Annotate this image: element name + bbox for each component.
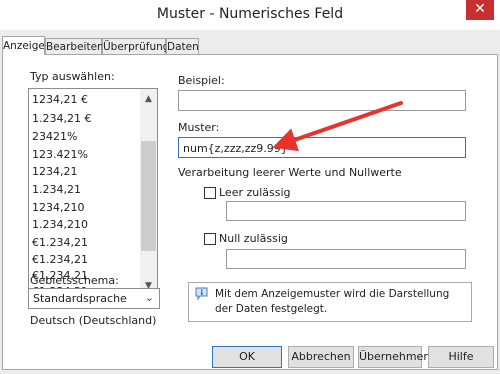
list-item[interactable]: 1.234,21 [32,181,81,199]
info-speech-icon [195,287,208,300]
list-item[interactable]: 1234,21 [32,163,78,181]
example-field [178,90,466,111]
list-item[interactable]: 23421% [32,128,77,146]
apply-button[interactable]: Übernehmen [358,346,430,368]
close-button[interactable]: ✕ [466,0,494,20]
null-value-field[interactable] [226,249,466,269]
locale-select[interactable]: Standardsprache ⌄ [28,288,160,309]
locale-label: Gebietsschema: [30,274,119,287]
help-button[interactable]: Hilfe [428,346,494,368]
empty-value-field[interactable] [226,201,466,221]
locale-selected-value: Standardsprache [33,292,127,305]
scroll-up-icon[interactable]: ▲ [140,91,157,108]
pattern-value: num{z,zzz,zz9.99} [183,142,288,155]
window-title: Muster - Numerisches Feld [156,6,344,22]
tab-bearbeiten[interactable]: Bearbeiten [45,38,104,54]
type-select-label: Typ auswählen: [30,70,115,83]
listbox-scrollbar[interactable]: ▲ ▼ [140,89,157,296]
type-listbox[interactable]: 1234,21 € 1.234,21 € 23421% 123.421% 123… [28,88,158,297]
info-box: Mit dem Anzeigemuster wird die Darstellu… [188,282,472,322]
empty-allowed-label: Leer zulässig [219,186,291,199]
title-bar: Muster - Numerisches Feld ✕ [0,0,500,30]
example-label: Beispiel: [178,74,225,87]
ok-button[interactable]: OK [212,346,282,368]
tab-ueberpruefung[interactable]: Überprüfung [102,38,169,54]
list-item[interactable]: 1.234,21 € [32,110,91,128]
scroll-thumb[interactable] [141,141,156,251]
list-item[interactable]: 1234,21 € [32,91,88,109]
info-text: Mit dem Anzeigemuster wird die Darstellu… [215,288,450,315]
null-allowed-label: Null zulässig [219,232,288,245]
cancel-button[interactable]: Abbrechen [288,346,354,368]
tab-anzeige[interactable]: Anzeige [2,36,45,55]
list-item[interactable]: 1.234,210 [32,216,88,234]
tab-daten[interactable]: Daten [166,38,199,54]
pattern-label: Muster: [178,121,220,134]
locale-description: Deutsch (Deutschland) [30,314,157,327]
pattern-input[interactable]: num{z,zzz,zz9.99} [178,137,466,158]
empty-values-label: Verarbeitung leerer Werte und Nullwerte [178,166,402,179]
chevron-down-icon: ⌄ [144,291,154,304]
empty-allowed-checkbox[interactable] [204,187,216,199]
close-icon: ✕ [474,1,486,17]
list-item[interactable]: €1.234,21 [32,234,88,252]
null-allowed-checkbox[interactable] [204,233,216,245]
list-item[interactable]: 1234,210 [32,199,85,217]
list-item[interactable]: 123.421% [32,146,88,164]
